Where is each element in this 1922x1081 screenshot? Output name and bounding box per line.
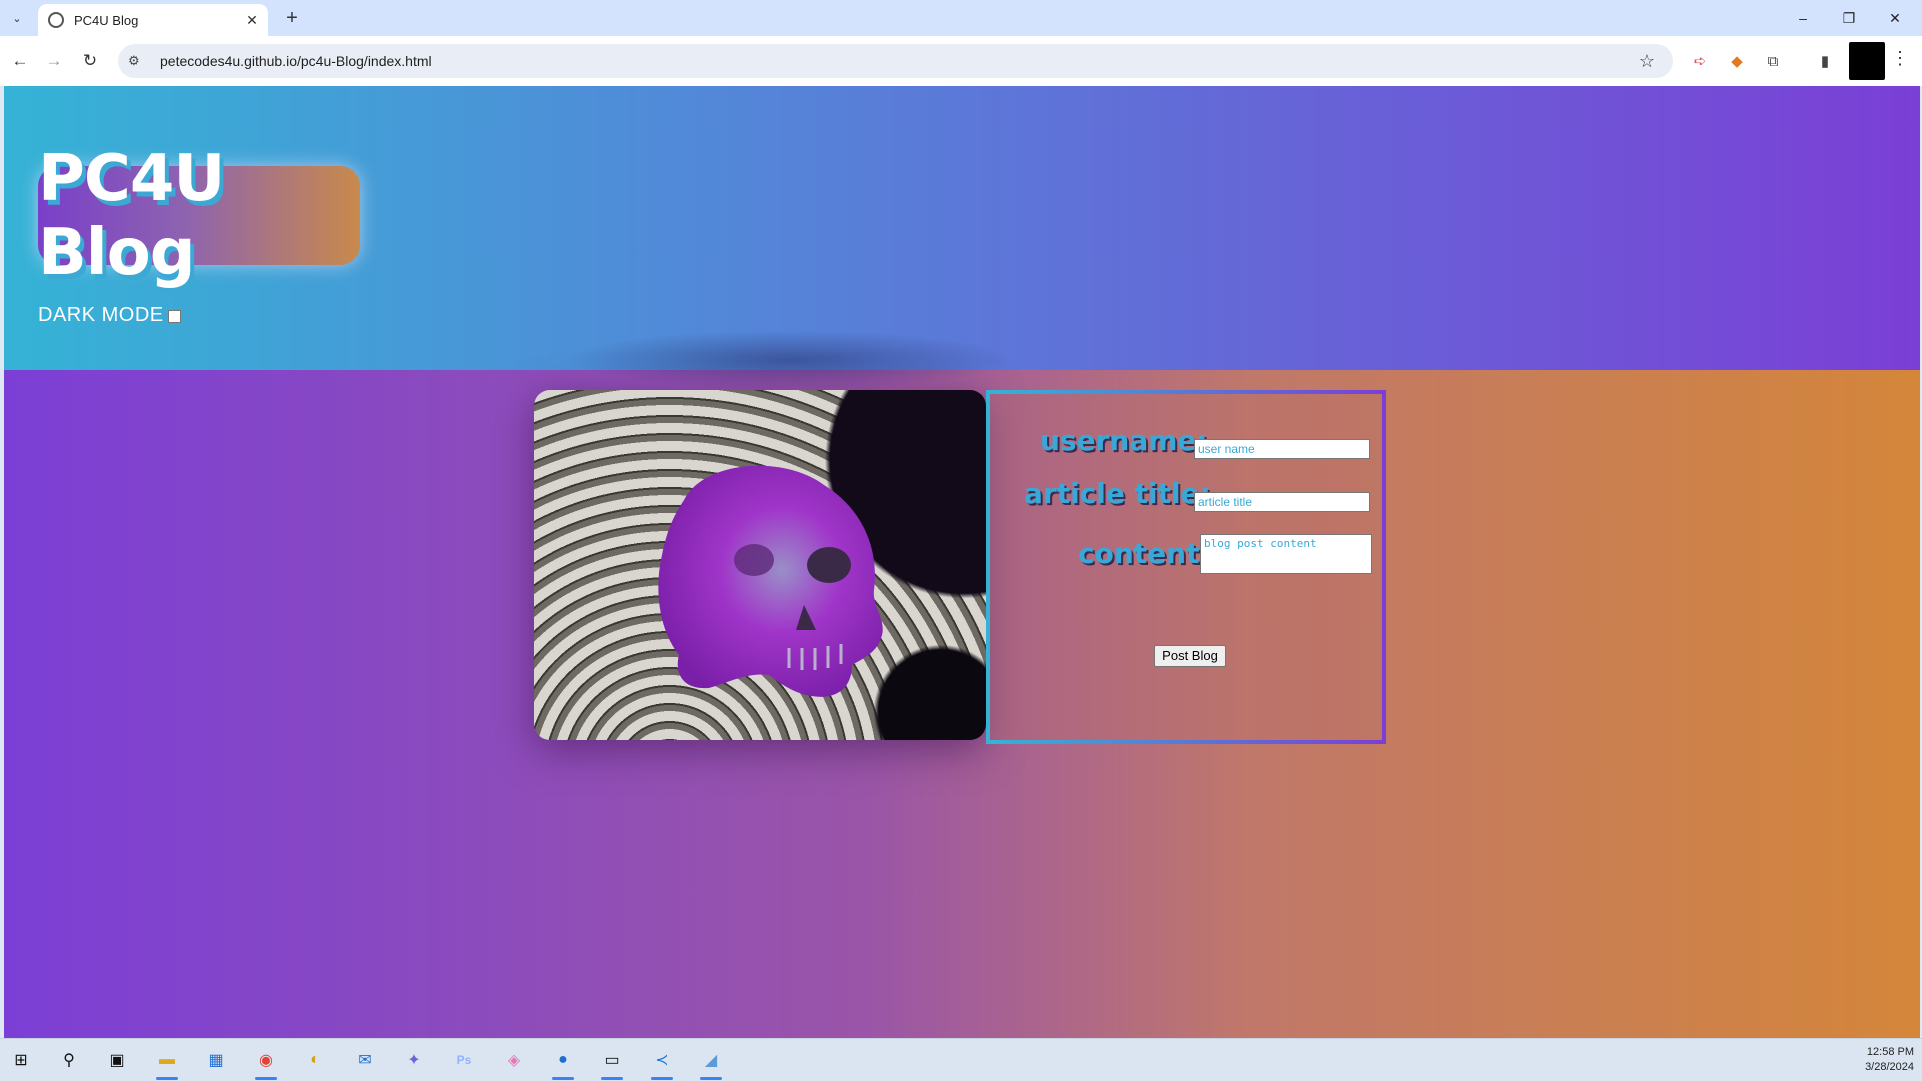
header-shadow xyxy=(564,330,1014,390)
address-bar[interactable]: ⚙ petecodes4u.github.io/pc4u-Blog/index.… xyxy=(118,44,1673,78)
skull-graphic xyxy=(658,465,883,697)
close-tab-icon[interactable]: ✕ xyxy=(242,12,262,29)
terminal-icon[interactable]: ▭ xyxy=(597,1045,627,1080)
clock-time: 12:58 PM xyxy=(1866,1046,1914,1058)
menu-kebab-icon[interactable]: ⋮ xyxy=(1891,48,1909,69)
app2-icon[interactable]: ◢ xyxy=(696,1045,726,1080)
profile-avatar[interactable] xyxy=(1849,42,1885,80)
minimize-button[interactable]: – xyxy=(1780,0,1826,36)
globe-icon xyxy=(48,12,64,28)
clock-date: 3/28/2024 xyxy=(1865,1061,1914,1073)
logo-text: PC4U Blog xyxy=(38,141,225,290)
system-clock[interactable]: 12:58 PM 3/28/2024 xyxy=(1865,1045,1914,1075)
windows-taskbar: ⊞ ⚲ ▣ ▬ ▦ ◉ ◐ ✉ ✦ Ps ◈ ● ▭ ≺ ◢ 12:58 PM … xyxy=(0,1038,1922,1081)
bookmark-star-icon[interactable]: ☆ xyxy=(1633,51,1661,72)
close-window-button[interactable]: ✕ xyxy=(1872,0,1918,36)
username-input[interactable]: user name xyxy=(1194,439,1370,459)
copilot-icon[interactable]: ✦ xyxy=(399,1045,429,1075)
task-view-icon[interactable]: ▣ xyxy=(102,1045,132,1075)
search-icon[interactable]: ⚲ xyxy=(54,1045,84,1075)
reload-icon[interactable]: ↻ xyxy=(76,47,104,75)
extensions-puzzle-icon[interactable]: ⧉ xyxy=(1762,50,1784,72)
site-logo: PC4U Blog xyxy=(38,142,360,290)
skull-image xyxy=(534,390,986,740)
windows-start-icon[interactable]: ⊞ xyxy=(6,1045,36,1075)
restore-button[interactable]: ❐ xyxy=(1826,0,1872,36)
dark-mode-label: DARK MODE xyxy=(38,304,164,326)
store-icon[interactable]: ▦ xyxy=(201,1045,231,1075)
browser-toolbar: ← → ↻ ⚙ petecodes4u.github.io/pc4u-Blog/… xyxy=(0,36,1922,86)
gem-icon[interactable]: ◈ xyxy=(499,1045,529,1075)
article-title-input[interactable]: article title xyxy=(1194,492,1370,512)
site-info-icon[interactable]: ⚙ xyxy=(128,53,146,69)
tab-search-icon[interactable]: ⌄ xyxy=(5,6,29,30)
side-panel-icon[interactable]: ▮ xyxy=(1814,50,1836,72)
tab-title: PC4U Blog xyxy=(74,12,139,28)
content-label: content: xyxy=(1078,537,1211,570)
page-header: PC4U Blog DARK MODE xyxy=(4,86,1920,370)
tab-strip: ⌄ PC4U Blog ✕ + – ❐ ✕ xyxy=(0,0,1922,36)
vscode-icon[interactable]: ≺ xyxy=(647,1045,677,1080)
back-arrow-icon[interactable]: ← xyxy=(6,47,34,75)
file-explorer-icon[interactable]: ▬ xyxy=(152,1045,182,1080)
app-icon[interactable]: ◐ xyxy=(300,1045,330,1075)
blog-post-form: username: user name article title: artic… xyxy=(986,390,1386,744)
main-content: username: user name article title: artic… xyxy=(4,330,1920,1038)
content-textarea[interactable]: blog post content xyxy=(1200,534,1372,574)
post-blog-button[interactable]: Post Blog xyxy=(1154,645,1226,667)
article-title-label: article title: xyxy=(1024,477,1211,510)
dark-mode-toggle[interactable]: DARK MODE xyxy=(38,304,181,327)
web-page: PC4U Blog DARK MODE username: user name … xyxy=(4,86,1920,1038)
username-label: username: xyxy=(1040,424,1208,457)
dark-mode-checkbox[interactable] xyxy=(167,310,181,323)
mail-icon[interactable]: ✉ xyxy=(350,1045,380,1075)
new-tab-button[interactable]: + xyxy=(280,6,304,30)
chrome-icon[interactable]: ◉ xyxy=(251,1045,281,1080)
forward-arrow-icon[interactable]: → xyxy=(40,47,68,75)
extension-arrow-icon[interactable]: ➪ xyxy=(1689,50,1711,72)
photoshop-icon[interactable]: Ps xyxy=(449,1045,479,1075)
metamask-fox-icon[interactable]: ◆ xyxy=(1726,50,1748,72)
tab-active[interactable]: PC4U Blog ✕ xyxy=(38,4,268,36)
zoom-icon[interactable]: ● xyxy=(548,1045,578,1080)
url-text[interactable]: petecodes4u.github.io/pc4u-Blog/index.ht… xyxy=(160,53,1633,69)
